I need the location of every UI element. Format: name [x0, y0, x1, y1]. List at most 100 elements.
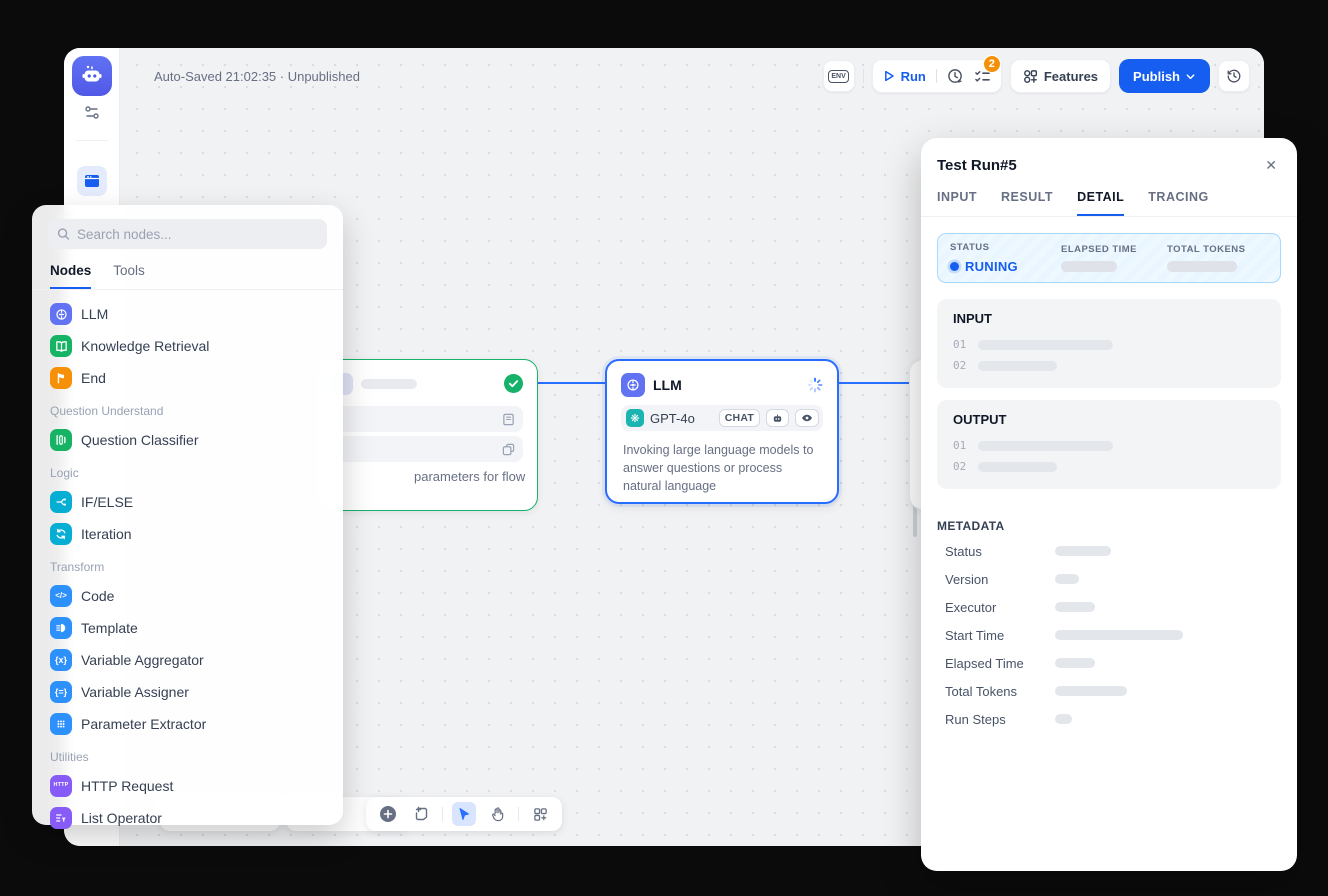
llm-icon [50, 303, 72, 325]
pointer-mode-button[interactable] [452, 802, 476, 826]
start-node-description: parameters for flow [414, 467, 614, 487]
agent-badge [766, 409, 789, 427]
node-item-template[interactable]: Template [40, 612, 335, 644]
tab-detail[interactable]: DETAIL [1077, 190, 1124, 216]
add-note-button[interactable] [409, 802, 433, 826]
meta-row-total-tokens: Total Tokens [921, 677, 1297, 705]
start-field-row[interactable] [331, 406, 523, 432]
add-node-button[interactable] [376, 802, 400, 826]
panel-title: Test Run#5 [937, 157, 1017, 174]
publish-button[interactable]: Publish [1119, 59, 1210, 93]
meta-row-run-steps: Run Steps [921, 705, 1297, 733]
node-item-llm[interactable]: LLM [40, 298, 335, 330]
tab-input[interactable]: INPUT [937, 190, 977, 216]
list-operator-icon [50, 807, 72, 829]
node-panel-tabs: Nodes Tools [32, 249, 343, 290]
model-selector[interactable]: ❋ GPT-4o CHAT [621, 405, 823, 431]
version-history-button[interactable] [1218, 60, 1250, 92]
node-item-knowledge-retrieval[interactable]: Knowledge Retrieval [40, 330, 335, 362]
edge-start-llm [538, 382, 605, 384]
node-search-panel: Nodes Tools LLM Knowledge Retrieval End … [32, 205, 343, 825]
elapsed-time-label: ELAPSED TIME [1061, 244, 1167, 255]
knowledge-retrieval-icon [50, 335, 72, 357]
features-icon [1023, 69, 1038, 84]
node-item-iteration[interactable]: Iteration [40, 518, 335, 550]
chevron-down-icon [1185, 71, 1196, 82]
section-logic: Logic [40, 456, 335, 486]
settings-sliders-icon[interactable] [82, 105, 102, 121]
copy-icon [502, 443, 515, 456]
node-item-parameter-extractor[interactable]: Parameter Extractor [40, 708, 335, 740]
success-check-icon [504, 374, 523, 393]
document-icon [502, 413, 515, 426]
llm-node-description: Invoking large language models to answer… [607, 431, 837, 495]
node-item-code[interactable]: </> Code [40, 580, 335, 612]
start-field-row[interactable] [331, 436, 523, 462]
search-icon [57, 227, 70, 241]
canvas-toolbar [366, 797, 562, 831]
checklist-button[interactable]: 2 [974, 69, 991, 84]
start-node-header [331, 373, 451, 395]
topbar-actions: ENV Run 2 Features Publish [823, 59, 1250, 93]
output-card: OUTPUT 01 02 [937, 400, 1281, 489]
test-run-panel: Test Run#5 ✕ INPUT RESULT DETAIL TRACING… [921, 138, 1297, 871]
node-item-list-operator[interactable]: List Operator [40, 802, 335, 834]
edge-llm-end [839, 382, 909, 384]
hand-mode-button[interactable] [485, 802, 509, 826]
start-node[interactable]: parameters for flow [316, 359, 538, 511]
node-item-if-else[interactable]: IF/ELSE [40, 486, 335, 518]
node-list: LLM Knowledge Retrieval End Question Und… [32, 290, 343, 834]
status-dot-icon [950, 262, 959, 271]
node-item-http-request[interactable]: HTTP HTTP Request [40, 770, 335, 802]
input-card: INPUT 01 02 [937, 299, 1281, 388]
search-input[interactable] [77, 227, 318, 242]
meta-row-status: Status [921, 537, 1297, 565]
tab-result[interactable]: RESULT [1001, 190, 1053, 216]
loading-spinner-icon [807, 377, 823, 393]
question-classifier-icon [50, 429, 72, 451]
play-icon [883, 70, 895, 82]
node-item-variable-aggregator[interactable]: {x} Variable Aggregator [40, 644, 335, 676]
meta-row-executor: Executor [921, 593, 1297, 621]
status-value: RUNING [950, 259, 1061, 274]
code-icon: </> [50, 585, 72, 607]
history-icon [1226, 68, 1242, 84]
section-transform: Transform [40, 550, 335, 580]
total-tokens-label: TOTAL TOKENS [1167, 244, 1268, 255]
orchestrate-view-button[interactable] [77, 166, 107, 196]
run-panel-tabs: INPUT RESULT DETAIL TRACING [921, 186, 1297, 217]
features-button[interactable]: Features [1010, 59, 1111, 93]
node-item-end[interactable]: End [40, 362, 335, 394]
http-request-icon: HTTP [50, 775, 72, 797]
elapsed-time-skeleton [1061, 261, 1117, 272]
tab-tools[interactable]: Tools [113, 263, 145, 289]
run-history-button[interactable] [947, 68, 964, 85]
robot-icon [772, 413, 783, 424]
meta-row-start-time: Start Time [921, 621, 1297, 649]
app-logo-icon[interactable] [72, 56, 112, 96]
meta-row-elapsed-time: Elapsed Time [921, 649, 1297, 677]
iteration-icon [50, 523, 72, 545]
search-box[interactable] [48, 219, 327, 249]
close-icon[interactable]: ✕ [1261, 155, 1281, 176]
llm-icon [621, 373, 645, 397]
section-question-understand: Question Understand [40, 394, 335, 424]
meta-row-version: Version [921, 565, 1297, 593]
organize-nodes-button[interactable] [528, 802, 552, 826]
node-item-question-classifier[interactable]: Question Classifier [40, 424, 335, 456]
checklist-count-badge: 2 [983, 55, 1001, 73]
tab-nodes[interactable]: Nodes [50, 263, 91, 289]
variable-assigner-icon: {=} [50, 681, 72, 703]
autosave-status: Auto-Saved 21:02:35 · Unpublished [154, 69, 360, 84]
llm-node[interactable]: LLM ❋ GPT-4o CHAT Invoking large languag… [605, 359, 839, 504]
template-icon [50, 617, 72, 639]
section-utilities: Utilities [40, 740, 335, 770]
node-item-variable-assigner[interactable]: {=} Variable Assigner [40, 676, 335, 708]
env-button[interactable]: ENV [823, 60, 855, 92]
tab-tracing[interactable]: TRACING [1148, 190, 1208, 216]
openai-icon: ❋ [626, 409, 644, 427]
run-button[interactable]: Run [883, 69, 926, 84]
end-icon [50, 367, 72, 389]
variable-aggregator-icon: {x} [50, 649, 72, 671]
if-else-icon [50, 491, 72, 513]
